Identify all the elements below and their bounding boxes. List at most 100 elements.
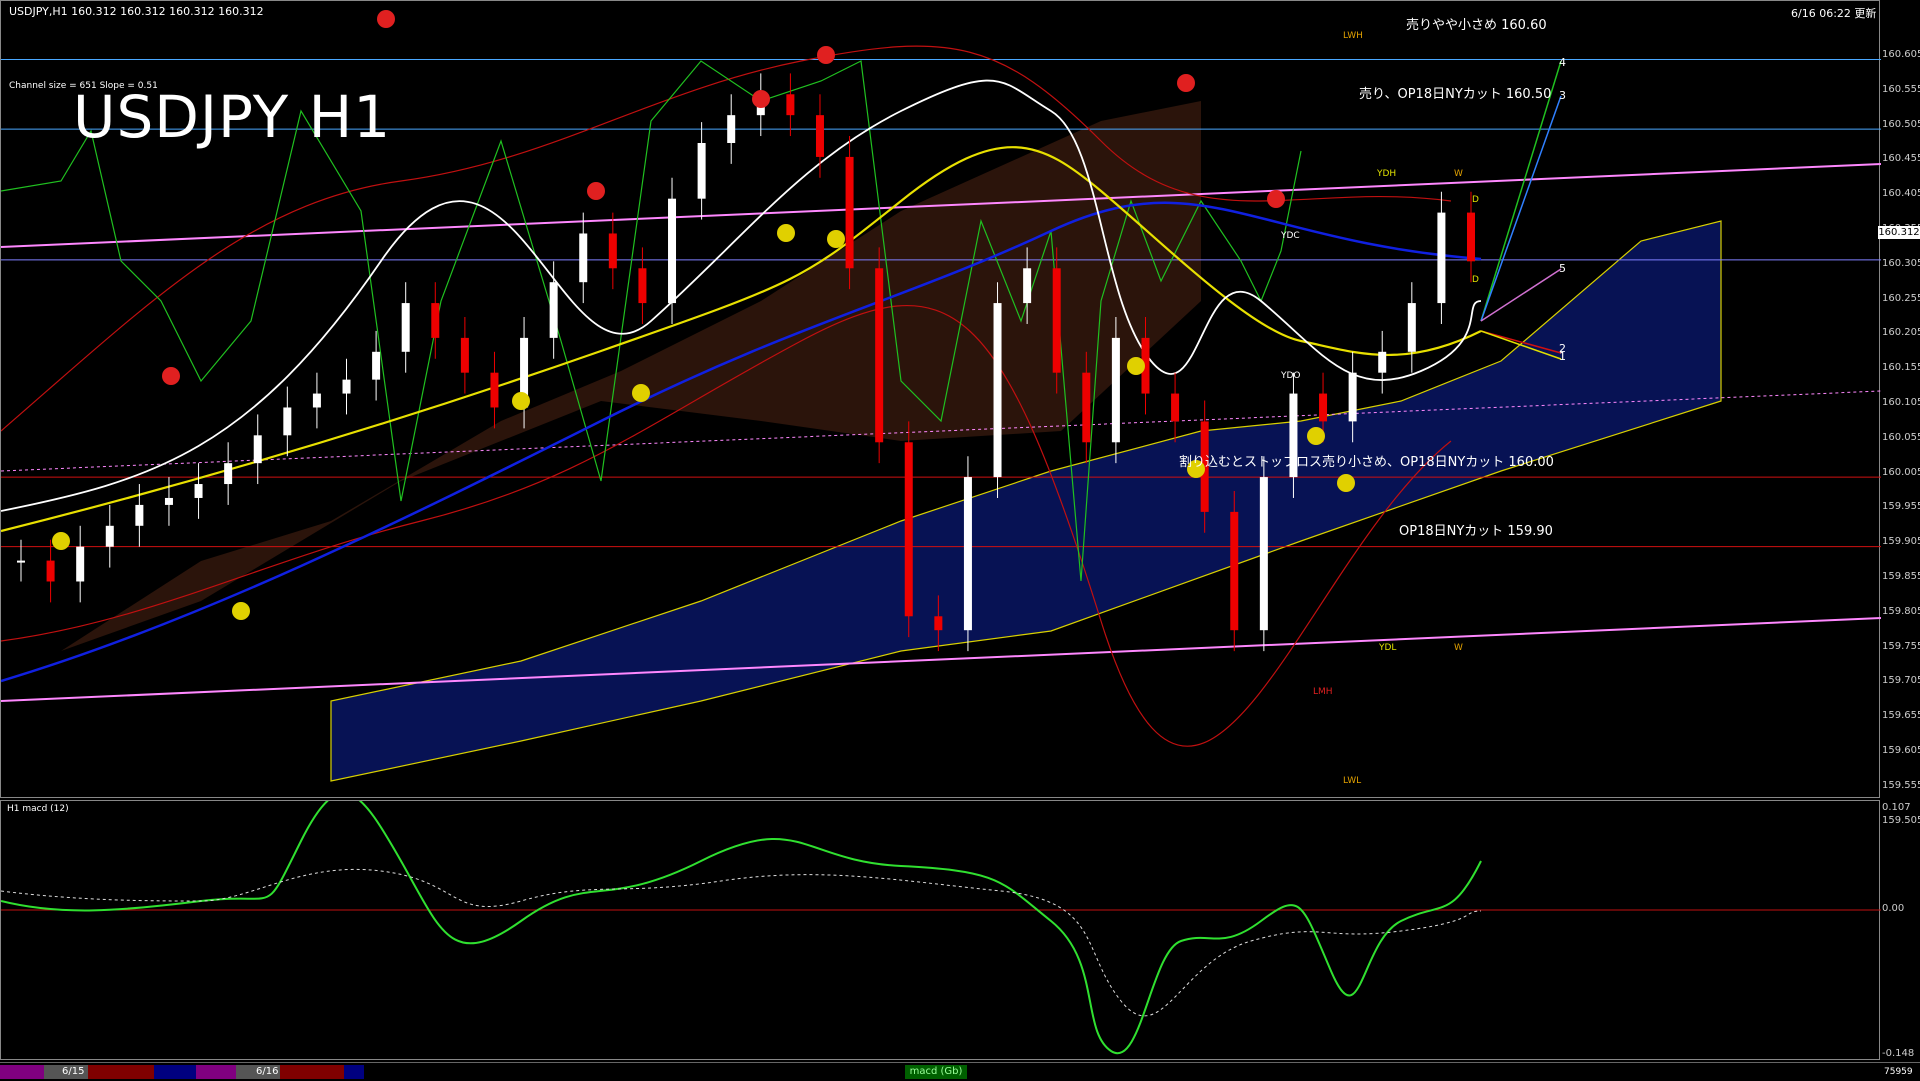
bar-seg xyxy=(88,1065,154,1079)
annotation-dip-sell: 割り込むとストップロス売り小さめ、OP18日NYカット 160.00 xyxy=(1179,455,1554,470)
signal-marker-icon xyxy=(1127,357,1145,375)
candle-body xyxy=(549,282,558,338)
price-tick: 160.105 xyxy=(1882,397,1920,408)
forecast-line-5 xyxy=(1480,268,1562,322)
label-w1: W xyxy=(1454,169,1463,179)
candle-body xyxy=(1319,393,1328,422)
candle-body xyxy=(17,560,25,563)
candle-body xyxy=(815,115,824,157)
bar-right-text: 75959 xyxy=(1884,1067,1913,1077)
candle-body xyxy=(668,198,677,304)
candle-body xyxy=(76,546,85,582)
macd-panel[interactable]: H1 macd (12) xyxy=(0,800,1881,1061)
label-n3: 3 xyxy=(1559,89,1566,102)
candle-body xyxy=(638,268,647,304)
candle-body xyxy=(401,303,410,352)
candle-body xyxy=(283,407,292,436)
candle-body xyxy=(1467,212,1475,262)
candle-body xyxy=(1378,351,1387,373)
candle-body xyxy=(1259,477,1268,631)
candle-body xyxy=(904,442,913,617)
candle-body xyxy=(431,303,440,338)
price-tick: 159.855 xyxy=(1882,571,1920,582)
candle-body xyxy=(253,435,262,464)
signal-marker-icon xyxy=(1267,190,1285,208)
main-chart-panel[interactable]: USDJPY,H1 160.312 160.312 160.312 160.31… xyxy=(0,0,1881,798)
bar-date-2: 6/16 xyxy=(256,1066,279,1077)
price-tick: 159.555 xyxy=(1882,779,1920,791)
bar-seg xyxy=(154,1065,196,1079)
label-lmh: LMH xyxy=(1313,687,1333,697)
price-tick: 160.155 xyxy=(1882,362,1920,374)
label-n5: 5 xyxy=(1559,262,1566,275)
price-tick: 159.705 xyxy=(1882,675,1920,687)
signal-marker-icon xyxy=(777,224,795,242)
price-tick: 159.655 xyxy=(1882,710,1920,722)
price-tick: 159.755 xyxy=(1882,640,1920,652)
candle-body xyxy=(1230,511,1239,631)
bar-date-1: 6/15 xyxy=(62,1066,85,1077)
signal-marker-icon xyxy=(232,602,250,620)
page-title: USDJPY H1 xyxy=(73,83,392,151)
macd-tick-top: 0.107 xyxy=(1882,802,1911,813)
candle-body xyxy=(875,268,884,443)
symbol-info: USDJPY,H1 160.312 160.312 160.312 160.31… xyxy=(9,5,264,18)
candle-body xyxy=(342,379,351,394)
candle-body xyxy=(105,525,114,547)
price-tick: 159.605 xyxy=(1882,745,1920,756)
price-tick: 159.505 xyxy=(1882,814,1920,826)
candle-body xyxy=(135,504,144,526)
signal-marker-icon xyxy=(1337,474,1355,492)
tab-macd[interactable]: macd (Gb) xyxy=(905,1065,967,1079)
price-tick: 159.955 xyxy=(1882,501,1920,513)
label-lwh: LWH xyxy=(1343,31,1363,41)
candle-body xyxy=(934,616,943,631)
signal-marker-icon xyxy=(587,182,605,200)
candle-body xyxy=(993,303,1002,478)
signal-marker-icon xyxy=(1177,74,1195,92)
price-tick: 160.455 xyxy=(1882,153,1920,165)
label-ydc: YDC xyxy=(1281,231,1300,241)
label-ydh: YDH xyxy=(1377,169,1397,179)
bar-seg xyxy=(0,1065,44,1079)
candle-body xyxy=(1348,372,1357,422)
label-d2: D xyxy=(1472,275,1479,285)
annotation-op18-15990: OP18日NYカット 159.90 xyxy=(1399,524,1553,539)
candle-body xyxy=(1023,268,1032,304)
label-lwl: LWL xyxy=(1343,776,1362,786)
price-tick: 160.005 xyxy=(1882,466,1920,478)
candle-body xyxy=(608,233,617,269)
bar-seg xyxy=(344,1065,364,1079)
candle-body xyxy=(194,484,203,498)
macd-chart[interactable] xyxy=(1,801,1881,1061)
candle-body xyxy=(1437,212,1446,304)
label-ydo: YDO xyxy=(1281,371,1301,381)
candle-body xyxy=(1082,372,1091,443)
macd-label: H1 macd (12) xyxy=(7,804,69,814)
candle-body xyxy=(963,477,972,631)
candle-body xyxy=(579,233,588,283)
period-separator-bar: 6/15 6/16 macd (Gb) 75959 xyxy=(0,1062,1920,1081)
bar-seg xyxy=(280,1065,344,1079)
signal-marker-icon xyxy=(512,392,530,410)
price-tick: 160.405 xyxy=(1882,188,1920,200)
candle-body xyxy=(1111,337,1120,443)
label-w2: W xyxy=(1454,643,1463,653)
price-tick: 160.205 xyxy=(1882,327,1920,339)
signal-marker-icon xyxy=(827,230,845,248)
price-tick: 160.055 xyxy=(1882,431,1920,443)
candle-body xyxy=(224,463,233,485)
candle-body xyxy=(490,372,499,408)
label-d1: D xyxy=(1472,195,1479,205)
candle-body xyxy=(312,393,321,408)
price-axis: 160.605 160.555 160.505 160.455 160.405 160.3… xyxy=(1880,0,1920,1080)
candle-body xyxy=(1407,303,1416,352)
candle-body xyxy=(164,497,173,505)
label-n4: 4 xyxy=(1559,56,1566,69)
candle-body xyxy=(1171,393,1180,422)
annotation-sell-small: 売りやや小さめ 160.60 xyxy=(1406,18,1547,33)
candle-body xyxy=(845,156,854,269)
macd-main-line xyxy=(1,801,1482,1055)
candle-body xyxy=(1052,268,1061,373)
signal-marker-icon xyxy=(1307,427,1325,445)
